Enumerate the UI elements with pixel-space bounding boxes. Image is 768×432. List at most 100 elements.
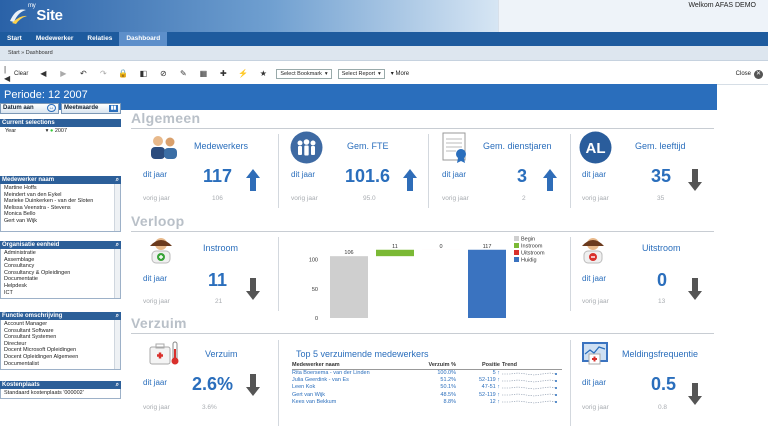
more-button[interactable]: ▾ More <box>391 70 409 77</box>
list-item[interactable]: Docent Opleidingen Algemeen <box>4 354 117 361</box>
forward-icon[interactable]: ▶ <box>56 67 70 81</box>
lock-icon[interactable]: 🔒 <box>116 67 130 81</box>
legend-swatch-huidig[interactable] <box>514 257 519 262</box>
clear-selection-icon[interactable]: ⊘ <box>156 67 170 81</box>
kpi-verzuim-value[interactable]: 2.6% <box>192 374 233 395</box>
add-icon[interactable]: ✚ <box>216 67 230 81</box>
search-icon[interactable]: ⌕ <box>116 241 119 249</box>
kpi-leeftijd-value[interactable]: 35 <box>651 166 671 187</box>
vorig-jaar-label: vorig jaar <box>442 195 469 202</box>
organisatie-title: Organisatie eenheid <box>2 242 60 248</box>
chart-data-label: 106 <box>344 250 353 256</box>
meetwaarde-button[interactable]: Meetwaarde ▮▮ <box>61 103 121 114</box>
row-name[interactable]: Rita Boersema - van der Linden <box>292 370 412 376</box>
redo-icon[interactable]: ↷ <box>96 67 110 81</box>
selection-field: Year <box>5 128 17 134</box>
trend-arrow-icon: ↑ <box>495 398 500 405</box>
chart-bar-begin[interactable] <box>330 256 368 318</box>
dit-jaar-label: dit jaar <box>143 170 168 179</box>
kpi-dienstjaren-value[interactable]: 3 <box>517 166 527 187</box>
search-icon[interactable]: ⌕ <box>116 176 119 184</box>
scrollbar[interactable] <box>114 184 120 231</box>
list-item[interactable]: Consultancy <box>4 263 117 270</box>
list-item[interactable]: Consultancy & Opleidingen <box>4 270 117 277</box>
row-pct[interactable]: 100.0% <box>414 370 456 376</box>
list-item[interactable]: Documentalist <box>4 361 117 368</box>
list-item[interactable]: Standaard kostenplaats '000002' <box>4 390 117 397</box>
row-name[interactable]: Leen Kok <box>292 384 412 390</box>
list-item[interactable]: Directeur <box>4 341 117 348</box>
y-tick-label: 0 <box>315 316 318 322</box>
period-title: Periode: 12 2007 <box>4 89 88 101</box>
y-tick-label: 100 <box>309 258 318 264</box>
y-tick-label: 50 <box>312 287 318 293</box>
nav-relaties[interactable]: Relaties <box>80 32 119 46</box>
bookmark-select[interactable]: Select Bookmark ▾ <box>276 68 332 79</box>
row-pct[interactable]: 8.8% <box>414 399 456 405</box>
back-icon[interactable]: ◀ <box>36 67 50 81</box>
scrollbar[interactable] <box>114 249 120 298</box>
chart-icon[interactable]: ▦ <box>196 67 210 81</box>
clear-icon[interactable]: |◀ <box>4 65 12 83</box>
row-name[interactable]: Julia Geerdink - van Es <box>292 377 412 383</box>
kpi-fte-value[interactable]: 101.6 <box>345 166 390 187</box>
list-item[interactable]: Marieke Duinkerken - van der Sloten <box>4 198 117 205</box>
list-item[interactable]: Docent Microsoft Opleidingen <box>4 347 117 354</box>
edit-icon[interactable]: ✎ <box>176 67 190 81</box>
list-item[interactable]: Account Manager <box>4 321 117 328</box>
row-pct[interactable]: 50.1% <box>414 384 456 390</box>
legend-swatch-instroom[interactable] <box>514 243 519 248</box>
verloop-chart[interactable]: 0 50 100 106 11 0 117 BeginInstroomUitstroomHui… <box>292 234 562 324</box>
list-item[interactable]: Documentatie <box>4 276 117 283</box>
divider <box>131 128 714 129</box>
kpi-instroom-value[interactable]: 11 <box>208 270 227 291</box>
datum-aan-button[interactable]: Datum aan ↔ <box>0 103 59 114</box>
nav-dashboard[interactable]: Dashboard <box>119 32 168 46</box>
dit-jaar-label: dit jaar <box>143 378 168 387</box>
list-item[interactable]: Martine Hoffs <box>4 185 117 192</box>
kpi-uitstroom-value[interactable]: 0 <box>657 270 667 291</box>
list-item[interactable]: Helpdesk <box>4 283 117 290</box>
nav-start[interactable]: Start <box>0 32 29 46</box>
list-item[interactable]: Assemblage <box>4 257 117 264</box>
trend-arrow-icon: ↑ <box>495 370 500 376</box>
wand-icon[interactable]: ⚡ <box>236 67 250 81</box>
nav-medewerker[interactable]: Medewerker <box>29 32 81 46</box>
list-item[interactable]: Administratie <box>4 250 117 257</box>
logo-wordmark[interactable]: mySite <box>28 3 63 24</box>
close-button[interactable]: Close <box>736 71 751 77</box>
report-select[interactable]: Select Report ▾ <box>337 68 385 79</box>
kpi-meldingsfrequentie-prev: 0.8 <box>658 404 668 411</box>
star-icon[interactable]: ★ <box>256 67 270 81</box>
kpi-meldingsfrequentie-value[interactable]: 0.5 <box>651 374 676 395</box>
search-icon[interactable]: ⌕ <box>116 381 119 389</box>
list-item[interactable]: ICT <box>4 290 117 297</box>
divider <box>278 340 279 426</box>
close-icon[interactable]: ✕ <box>754 70 763 79</box>
list-item[interactable]: Melissa Veenstra - Stevens <box>4 205 117 212</box>
selection-icons[interactable]: ▾ ● <box>46 128 54 134</box>
bookmark-icon[interactable]: ◧ <box>136 67 150 81</box>
list-item[interactable]: Consultant Software <box>4 328 117 335</box>
clear-button[interactable]: Clear <box>14 71 28 77</box>
list-item[interactable]: Meindert van den Eykel <box>4 192 117 199</box>
row-name[interactable]: Gert van Wijk <box>292 392 412 398</box>
kpi-uitstroom-prev: 13 <box>658 298 666 305</box>
medewerker-listbox: Medewerker naam ⌕ Martine Hoffs Meindert v… <box>0 176 121 232</box>
undo-icon[interactable]: ↶ <box>76 67 90 81</box>
chart-bar-huidig[interactable] <box>468 249 506 318</box>
row-position-value: 52-119 <box>479 391 496 398</box>
legend-swatch-begin[interactable] <box>514 236 519 241</box>
row-name[interactable]: Kees van Bekkum <box>292 399 412 405</box>
kpi-medewerkers-value[interactable]: 117 <box>203 166 232 187</box>
legend-swatch-uitstroom[interactable] <box>514 250 519 255</box>
trend-sparkline <box>502 379 557 382</box>
chart-bar-instroom[interactable] <box>376 249 414 257</box>
list-item[interactable]: Consultant Systemen <box>4 334 117 341</box>
row-pct[interactable]: 48.5% <box>414 392 456 398</box>
search-icon[interactable]: ⌕ <box>116 312 119 320</box>
scrollbar[interactable] <box>114 320 120 369</box>
row-pct[interactable]: 51.2% <box>414 377 456 383</box>
list-item[interactable]: Gert van Wijk <box>4 218 117 225</box>
list-item[interactable]: Monica Bello <box>4 211 117 218</box>
